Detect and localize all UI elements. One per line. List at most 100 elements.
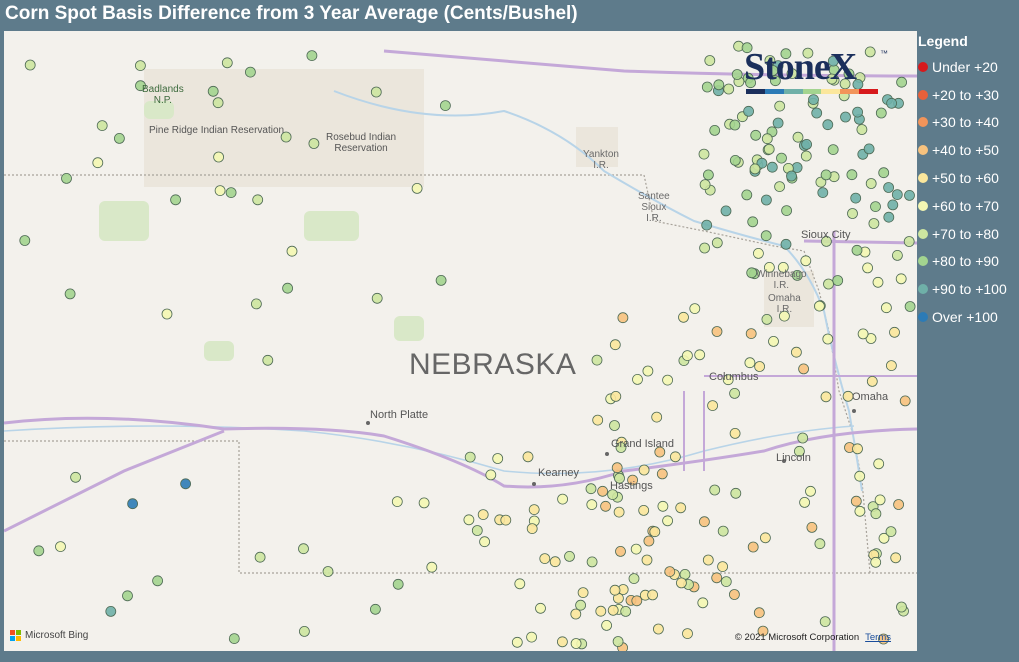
elevator-marker <box>852 106 863 118</box>
elevator-marker <box>250 298 262 310</box>
elevator-marker <box>883 182 894 193</box>
place-label: Kearney <box>538 467 579 479</box>
legend-item[interactable]: Over +100 <box>918 303 1018 331</box>
elevator-marker <box>609 584 621 596</box>
elevator-marker <box>33 545 45 557</box>
logo-wordmark: StoneX <box>744 46 857 88</box>
place-label: Rosebud Indian Reservation <box>326 132 397 154</box>
elevator-marker <box>675 502 687 514</box>
terms-link[interactable]: Terms <box>865 632 891 643</box>
elevator-marker <box>800 255 812 267</box>
city-dot <box>366 421 370 425</box>
elevator-marker <box>638 464 650 476</box>
elevator-marker <box>707 400 718 412</box>
city-dot <box>532 482 536 486</box>
copyright-text: © 2021 Microsoft Corporation <box>734 632 860 643</box>
elevator-marker <box>670 451 681 463</box>
city-dot <box>605 452 609 456</box>
elevator-marker <box>863 143 875 155</box>
legend-swatch-icon <box>918 145 928 156</box>
legend-item[interactable]: +70 to +80 <box>918 220 1018 248</box>
elevator-marker <box>729 427 741 439</box>
elevator-marker <box>797 432 809 444</box>
elevator-marker <box>854 470 866 482</box>
elevator-marker <box>570 638 582 649</box>
legend-item[interactable]: +60 to +70 <box>918 192 1018 220</box>
legend-swatch-icon <box>918 256 928 267</box>
elevator-marker <box>885 526 897 538</box>
elevator-marker <box>694 349 706 361</box>
legend-item[interactable]: +50 to +60 <box>918 164 1018 192</box>
elevator-marker <box>61 172 72 184</box>
legend-label: +80 to +90 <box>932 253 999 270</box>
elevator-marker <box>651 411 663 423</box>
elevator-marker <box>418 497 430 509</box>
elevator-marker <box>615 546 626 557</box>
place-label: Pine Ridge Indian Reservation <box>149 125 285 136</box>
elevator-marker <box>682 350 693 362</box>
elevator-marker <box>852 443 863 455</box>
legend-item[interactable]: +90 to +100 <box>918 275 1018 303</box>
elevator-marker <box>630 543 642 555</box>
ms-square <box>10 636 15 641</box>
elevator-marker <box>887 199 899 211</box>
elevator-marker <box>391 496 403 508</box>
elevator-marker <box>781 205 792 217</box>
elevator-marker <box>577 587 589 598</box>
elevator-marker <box>822 333 834 345</box>
elevator-marker <box>827 144 839 155</box>
elevator-marker <box>729 387 740 399</box>
elevator-marker <box>890 552 902 564</box>
elevator-marker <box>729 589 740 600</box>
elevator-marker <box>252 194 264 206</box>
elevator-marker <box>678 311 689 323</box>
elevator-marker <box>600 500 611 512</box>
elevator-marker <box>114 133 125 144</box>
elevator-marker <box>822 119 834 131</box>
chart-title: Corn Spot Basis Difference from 3 Year A… <box>5 3 578 24</box>
legend-item[interactable]: +40 to +50 <box>918 136 1018 164</box>
reservation-area <box>324 69 424 187</box>
bing-logo: Microsoft Bing <box>10 630 88 641</box>
elevator-marker <box>105 606 117 617</box>
elevator-marker <box>814 300 825 312</box>
elevator-marker <box>731 69 743 80</box>
legend-item[interactable]: +80 to +90 <box>918 248 1018 276</box>
elevator-marker <box>763 143 775 155</box>
elevator-marker <box>585 483 597 495</box>
map-canvas[interactable]: Badlands N.P. Pine Ridge Indian Reservat… <box>4 31 917 651</box>
elevator-marker <box>664 566 676 577</box>
elevator-marker <box>643 535 655 547</box>
elevator-marker <box>244 66 256 78</box>
highway <box>4 429 225 533</box>
elevator-marker <box>575 599 586 611</box>
elevator-marker <box>228 633 240 644</box>
legend-label: +30 to +40 <box>932 114 999 131</box>
elevator-marker <box>814 538 826 550</box>
elevator-marker <box>641 554 653 566</box>
city-dot <box>852 409 856 413</box>
elevator-marker <box>875 107 887 119</box>
elevator-marker <box>786 170 797 182</box>
elevator-marker <box>851 244 863 256</box>
elevator-marker <box>298 543 309 555</box>
elevator-marker <box>610 390 622 402</box>
elevator-marker <box>282 282 294 294</box>
elevator-marker <box>874 494 886 506</box>
legend-item[interactable]: +20 to +30 <box>918 81 1018 109</box>
elevator-marker <box>873 458 885 470</box>
elevator-marker <box>511 636 523 648</box>
elevator-marker <box>878 167 890 179</box>
elevator-marker <box>127 498 139 510</box>
elevator-marker <box>805 485 816 497</box>
place-label: Omaha I.R. <box>768 293 801 315</box>
logo-bar-segment <box>821 89 841 94</box>
elevator-marker <box>819 616 831 627</box>
legend-item[interactable]: Under +20 <box>918 53 1018 81</box>
forest-area <box>204 341 234 361</box>
elevator-marker <box>642 365 654 377</box>
elevator-marker <box>298 626 310 637</box>
elevator-marker <box>254 551 266 563</box>
elevator-marker <box>854 505 866 517</box>
legend-item[interactable]: +30 to +40 <box>918 109 1018 137</box>
